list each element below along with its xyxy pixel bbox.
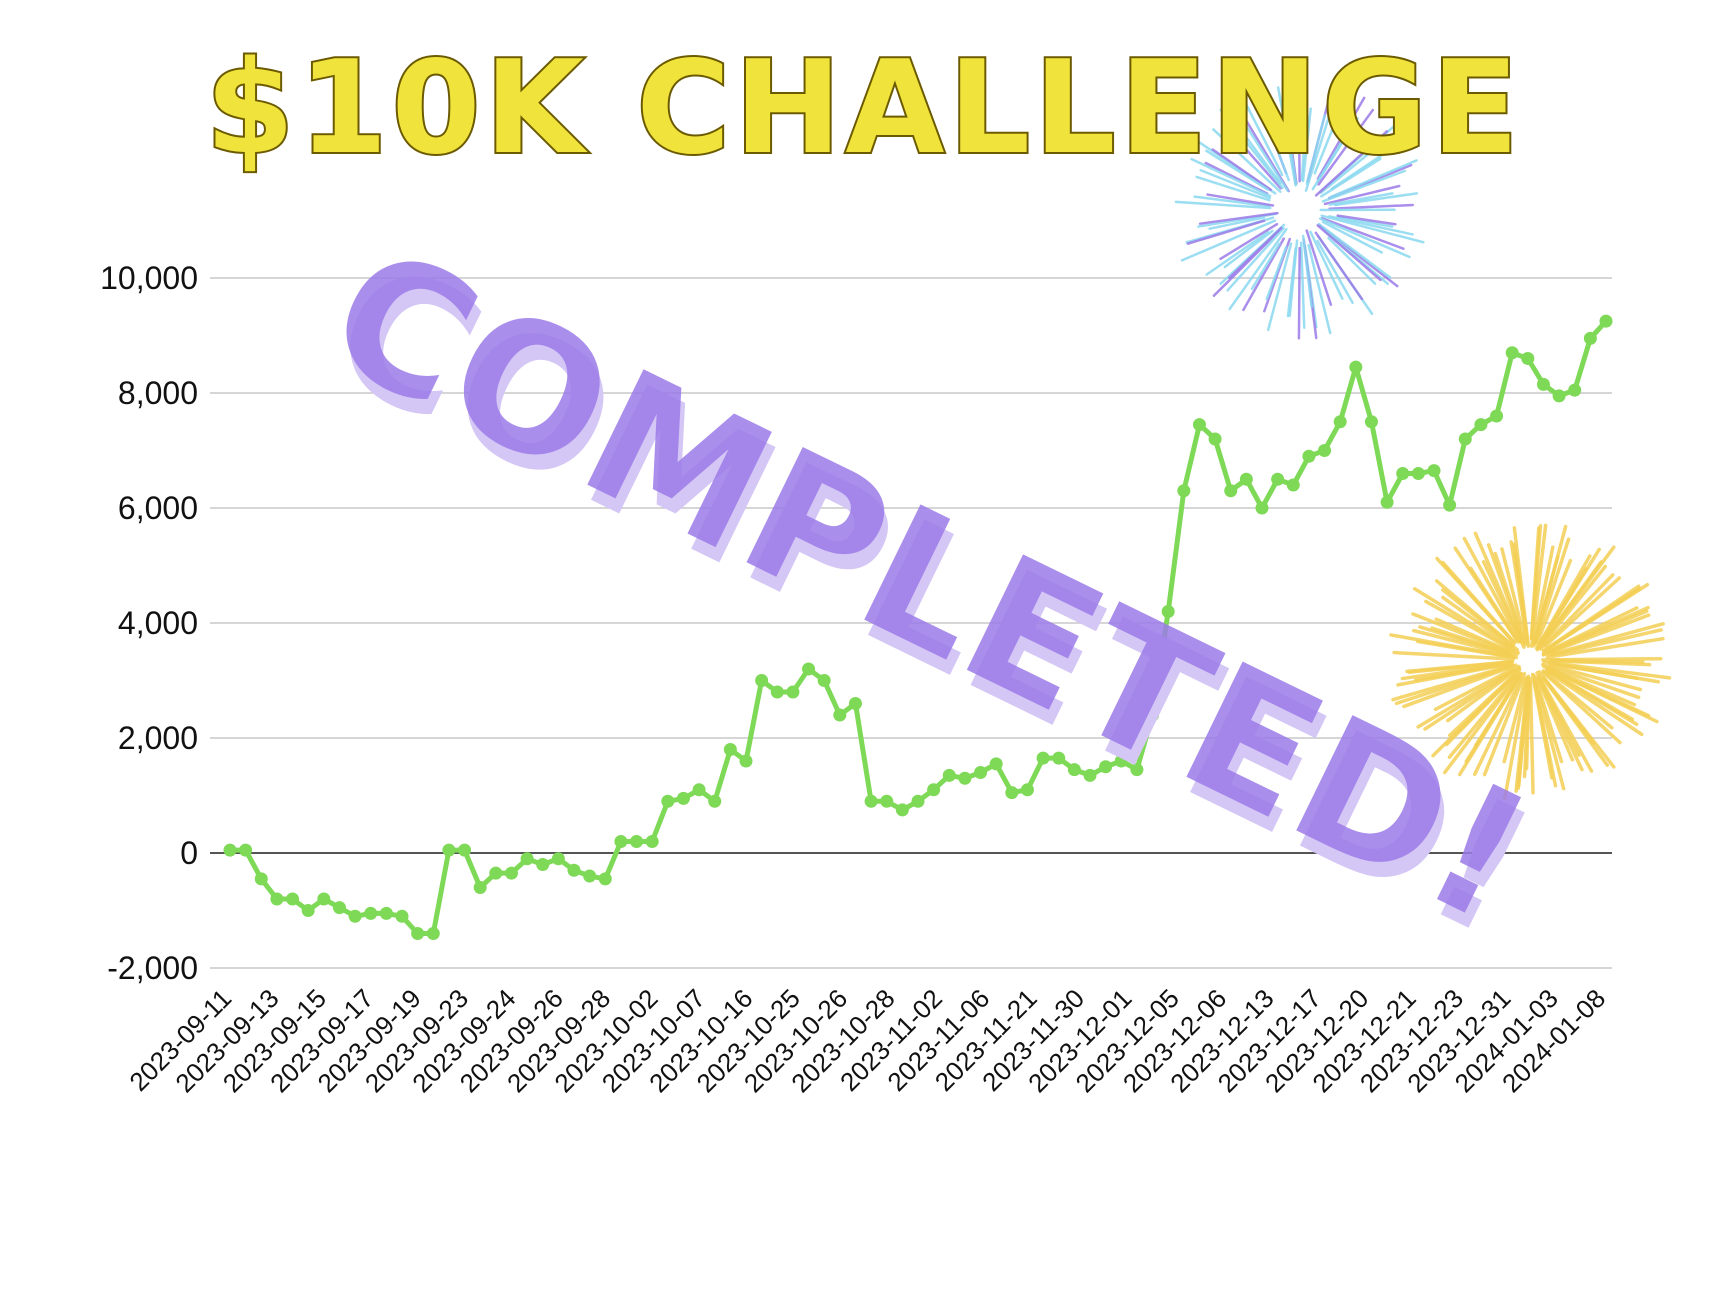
data-point (1192, 418, 1206, 432)
data-point (739, 754, 753, 768)
data-point (411, 927, 425, 940)
data-point (442, 843, 456, 857)
line-chart: -2,000 0 2,000 4,000 6,000 8,000 10,000 2023-0… (100, 32, 1672, 1098)
data-point (723, 743, 737, 756)
data-point (895, 803, 909, 817)
data-point (880, 794, 894, 808)
data-point (848, 697, 862, 710)
data-point (223, 843, 237, 857)
data-point (1536, 377, 1550, 391)
data-point (942, 768, 956, 782)
data-point (301, 904, 315, 917)
data-point (864, 794, 878, 808)
y-tick-label: 4,000 (118, 605, 198, 641)
data-point (1255, 501, 1269, 515)
data-point (1490, 409, 1504, 423)
data-point (1380, 495, 1394, 509)
data-point (598, 872, 612, 886)
data-point (927, 783, 941, 797)
data-point (520, 852, 534, 866)
data-point (1443, 498, 1457, 512)
chart-stage: -2,000 0 2,000 4,000 6,000 8,000 10,000 2023-0… (0, 0, 1728, 1300)
data-point (239, 843, 253, 857)
data-point (1583, 331, 1597, 345)
data-point (1599, 314, 1613, 328)
data-point (317, 892, 331, 906)
data-point (1318, 444, 1332, 457)
data-point (1411, 467, 1425, 480)
firework-ray (1299, 241, 1306, 329)
data-point (661, 794, 675, 808)
data-point (676, 791, 690, 805)
data-point (770, 685, 784, 699)
y-tick-label: 10,000 (100, 260, 198, 296)
data-point (426, 927, 440, 940)
data-point (755, 674, 769, 687)
data-point (379, 906, 393, 920)
chart-title: $10K CHALLENGE (205, 34, 1522, 183)
y-tick-label: 0 (180, 835, 198, 871)
data-point (536, 858, 550, 871)
firework-ray (1301, 234, 1313, 308)
data-point (958, 771, 972, 785)
data-point (551, 852, 565, 866)
data-point (692, 783, 706, 797)
data-point (1552, 389, 1566, 403)
y-tick-label: 6,000 (118, 490, 198, 526)
data-point (1239, 472, 1253, 486)
data-point (1568, 383, 1582, 397)
data-point (1271, 472, 1285, 486)
data-point (348, 909, 362, 923)
y-tick-label: 8,000 (118, 375, 198, 411)
firework-ray (1328, 203, 1414, 210)
data-point (833, 708, 847, 722)
data-point (364, 906, 378, 920)
data-point (583, 869, 597, 883)
x-axis-tick-labels: 2023-09-112023-09-132023-09-152023-09-17… (123, 983, 1611, 1098)
data-point (1364, 415, 1378, 429)
data-point (1286, 478, 1300, 492)
data-point (1349, 360, 1363, 374)
firework-ray (1316, 224, 1382, 282)
data-point (286, 892, 300, 906)
data-point (1474, 418, 1488, 432)
y-tick-label: -2,000 (107, 950, 198, 986)
data-point (989, 757, 1003, 771)
data-point (1224, 484, 1238, 498)
data-point (645, 835, 659, 848)
data-point (786, 685, 800, 699)
firework-ray (1297, 246, 1301, 340)
data-point (504, 866, 518, 880)
data-point (332, 901, 346, 915)
data-point (254, 872, 268, 886)
data-point (1020, 783, 1034, 797)
data-point (473, 881, 487, 894)
data-point (817, 674, 831, 687)
data-point (1427, 464, 1441, 478)
data-point (614, 835, 628, 848)
data-point (1177, 484, 1191, 498)
data-point (1302, 449, 1316, 463)
data-point (1396, 467, 1410, 480)
data-point (630, 835, 644, 848)
data-point (1521, 352, 1535, 365)
completed-stamp: COMPLETED! COMPLETED! (300, 207, 1564, 977)
data-point (489, 866, 503, 880)
data-point (1505, 346, 1519, 360)
data-point (1208, 432, 1222, 446)
data-point (1005, 786, 1019, 800)
data-point (708, 794, 722, 808)
data-point (567, 863, 581, 877)
data-point (911, 794, 925, 808)
y-axis-tick-labels: -2,000 0 2,000 4,000 6,000 8,000 10,000 (100, 260, 198, 986)
data-point (802, 662, 816, 676)
data-point (270, 892, 284, 906)
data-point (1333, 415, 1347, 429)
data-point (458, 843, 472, 857)
data-point (1458, 432, 1472, 446)
data-point (974, 766, 988, 779)
data-point (395, 909, 409, 923)
completed-stamp-text: COMPLETED! (300, 207, 1560, 962)
y-tick-label: 2,000 (118, 720, 198, 756)
